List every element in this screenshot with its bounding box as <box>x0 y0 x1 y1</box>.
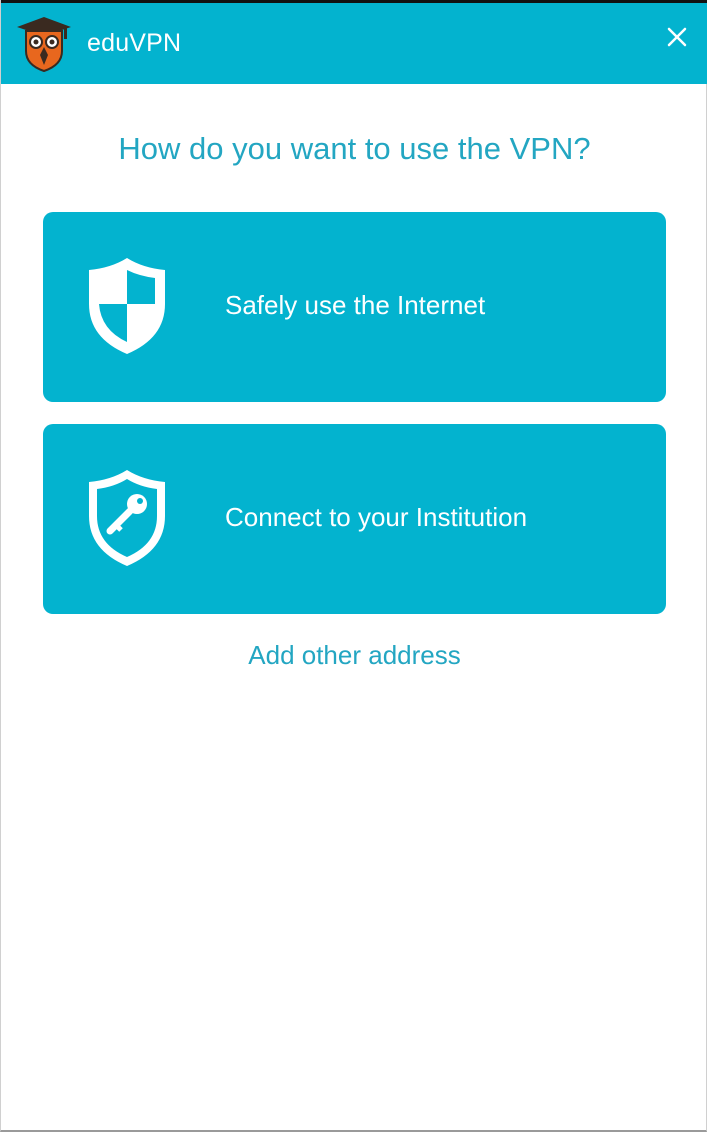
app-window: eduVPN How do you want to use the VPN? S… <box>0 0 707 1132</box>
close-icon <box>667 27 687 47</box>
close-button[interactable] <box>657 17 697 57</box>
shield-checker-icon <box>83 254 171 358</box>
safely-use-internet-button[interactable]: Safely use the Internet <box>43 212 666 402</box>
app-title: eduVPN <box>87 29 182 57</box>
option-label-institution: Connect to your Institution <box>225 502 528 532</box>
shield-key-icon <box>83 466 171 570</box>
add-other-address-link[interactable]: Add other address <box>1 640 707 671</box>
page-question: How do you want to use the VPN? <box>118 131 591 166</box>
title-bar: eduVPN <box>1 3 707 84</box>
eduvpn-logo-icon <box>15 15 73 73</box>
connect-institution-button[interactable]: Connect to your Institution <box>43 424 666 614</box>
option-label-internet: Safely use the Internet <box>225 290 486 320</box>
